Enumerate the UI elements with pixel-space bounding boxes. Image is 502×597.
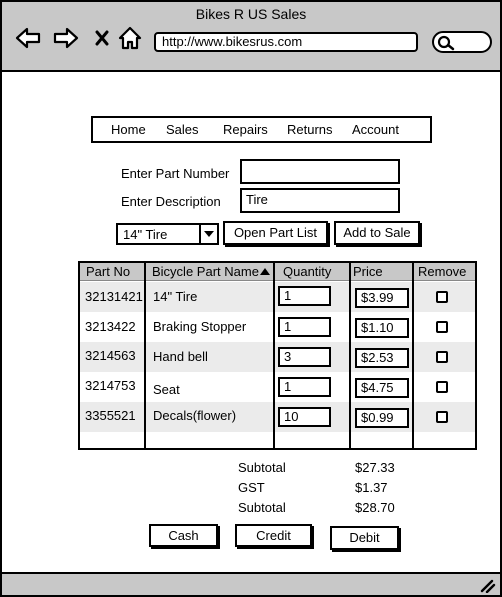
- row-4-remove-checkbox[interactable]: [436, 381, 448, 393]
- row-1-price-input[interactable]: $3.99: [355, 288, 409, 308]
- sort-ascending-icon: [259, 268, 270, 275]
- row-1-remove-checkbox[interactable]: [436, 291, 448, 303]
- back-arrow-icon[interactable]: [14, 24, 42, 52]
- row-5-quantity-input[interactable]: 10: [278, 407, 331, 427]
- menu-item-returns[interactable]: Returns: [287, 122, 333, 137]
- row-3-price-input[interactable]: $2.53: [355, 348, 409, 368]
- total-label: Subtotal: [238, 500, 286, 515]
- subtotal-label: Subtotal: [238, 460, 286, 475]
- credit-button[interactable]: Credit: [235, 524, 312, 547]
- cash-button[interactable]: Cash: [149, 524, 218, 547]
- close-x-icon[interactable]: [88, 24, 116, 52]
- row-4-part-name: Seat: [153, 382, 180, 397]
- menu-item-repairs[interactable]: Repairs: [223, 122, 268, 137]
- row-2-part-no: 3213422: [85, 319, 136, 334]
- row-3-quantity-input[interactable]: 3: [278, 347, 331, 367]
- menu-item-sales[interactable]: Sales: [166, 122, 199, 137]
- row-4-quantity-input[interactable]: 1: [278, 377, 331, 397]
- row-5-remove-checkbox[interactable]: [436, 411, 448, 423]
- part-number-input[interactable]: [240, 159, 400, 184]
- column-divider: [273, 263, 275, 448]
- column-divider: [144, 263, 146, 448]
- column-divider: [412, 263, 414, 448]
- url-input[interactable]: http://www.bikesrus.com: [154, 32, 418, 52]
- row-3-part-no: 3214563: [85, 348, 136, 363]
- resize-grip-icon[interactable]: [480, 579, 496, 593]
- row-2-remove-checkbox[interactable]: [436, 321, 448, 333]
- gst-label: GST: [238, 480, 265, 495]
- gst-value: $1.37: [355, 480, 388, 495]
- row-1-part-no: 32131421: [85, 289, 143, 304]
- dropdown-arrow-icon[interactable]: [199, 225, 217, 243]
- menu-item-home[interactable]: Home: [111, 122, 146, 137]
- column-divider: [349, 263, 351, 448]
- browser-window: Bikes R US Sales http://www.bikesrus.com…: [0, 0, 502, 597]
- row-2-price-input[interactable]: $1.10: [355, 318, 409, 338]
- search-icon: [437, 35, 455, 51]
- status-bar: [2, 572, 500, 595]
- debit-button[interactable]: Debit: [330, 526, 399, 550]
- description-input[interactable]: Tire: [240, 188, 400, 213]
- row-4-part-no: 3214753: [85, 378, 136, 393]
- header-part-name-label: Bicycle Part Name: [152, 264, 259, 279]
- browser-toolbar: Bikes R US Sales http://www.bikesrus.com: [2, 2, 500, 72]
- row-2-quantity-input[interactable]: 1: [278, 317, 331, 337]
- header-part-name[interactable]: Bicycle Part Name: [152, 264, 270, 279]
- forward-arrow-icon[interactable]: [52, 24, 80, 52]
- open-part-list-button[interactable]: Open Part List: [223, 221, 328, 245]
- part-select-dropdown[interactable]: 14" Tire: [116, 223, 219, 245]
- row-2-part-name: Braking Stopper: [153, 319, 247, 334]
- search-input[interactable]: [432, 31, 492, 53]
- description-label: Enter Description: [121, 194, 221, 209]
- add-to-sale-button[interactable]: Add to Sale: [334, 221, 420, 245]
- header-remove[interactable]: Remove: [418, 264, 466, 279]
- header-quantity[interactable]: Quantity: [283, 264, 331, 279]
- part-select-value: 14" Tire: [123, 227, 168, 242]
- table-header: Part No Bicycle Part Name Quantity Price…: [80, 263, 475, 281]
- subtotal-value: $27.33: [355, 460, 395, 475]
- row-1-quantity-input[interactable]: 1: [278, 286, 331, 306]
- header-price[interactable]: Price: [353, 264, 383, 279]
- main-menu: Home Sales Repairs Returns Account: [91, 116, 432, 143]
- total-value: $28.70: [355, 500, 395, 515]
- window-title: Bikes R US Sales: [195, 6, 307, 22]
- row-3-part-name: Hand bell: [153, 349, 208, 364]
- row-3-remove-checkbox[interactable]: [436, 351, 448, 363]
- row-5-part-name: Decals(flower): [153, 408, 237, 423]
- part-number-label: Enter Part Number: [121, 166, 230, 181]
- home-icon[interactable]: [116, 24, 144, 52]
- sale-table: Part No Bicycle Part Name Quantity Price…: [78, 261, 477, 450]
- menu-item-account[interactable]: Account: [352, 122, 399, 137]
- row-5-part-no: 3355521: [85, 408, 136, 423]
- row-5-price-input[interactable]: $0.99: [355, 408, 409, 428]
- row-1-part-name: 14" Tire: [153, 289, 198, 304]
- header-part-no[interactable]: Part No: [86, 264, 130, 279]
- row-4-price-input[interactable]: $4.75: [355, 378, 409, 398]
